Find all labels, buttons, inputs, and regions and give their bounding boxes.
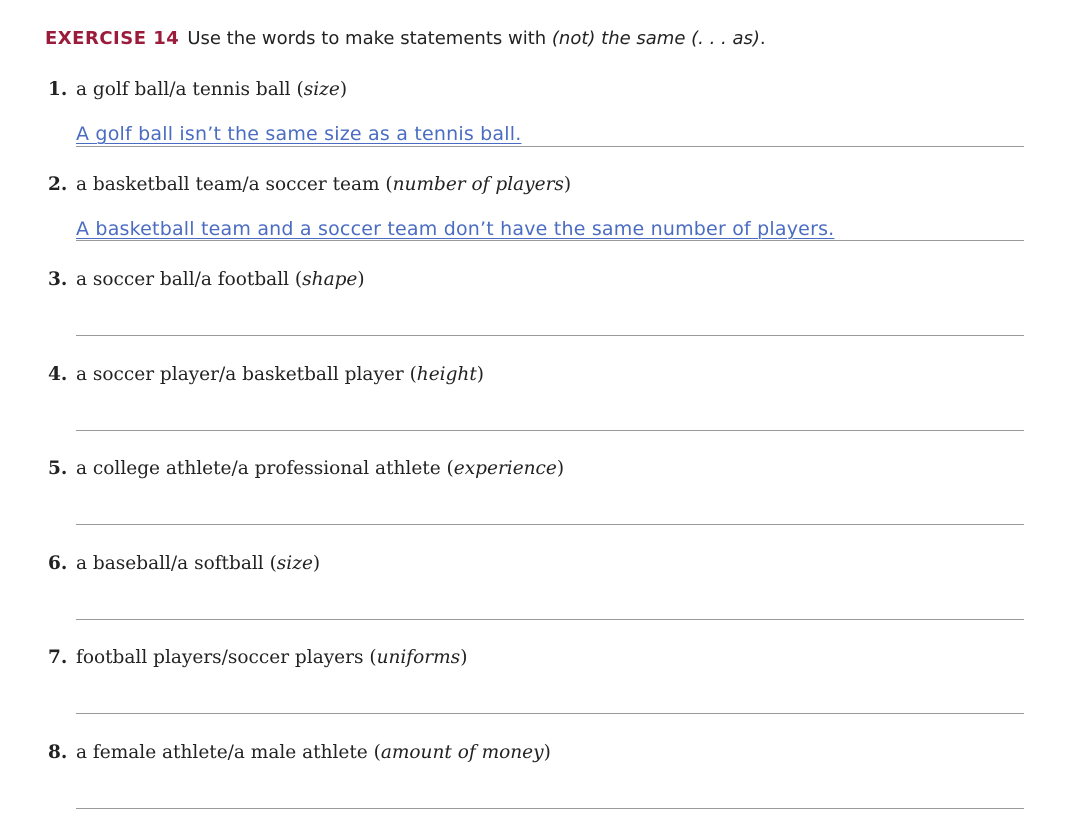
exercise-instruction-end: . [759, 28, 766, 49]
item-hint: size [276, 553, 313, 574]
exercise-item-8: 8. a female athlete/a male athlete (amoun… [48, 742, 551, 763]
item-number: 4. [48, 364, 68, 385]
answer-line-1[interactable] [76, 146, 1024, 147]
item-number: 8. [48, 742, 68, 763]
item-hint: shape [302, 269, 358, 290]
item-number: 5. [48, 458, 68, 479]
exercise-item-5: 5. a college athlete/a professional athle… [48, 458, 564, 479]
answer-text-1: A golf ball isn’t the same size as a ten… [76, 123, 522, 145]
item-number: 1. [48, 79, 68, 100]
exercise-item-7: 7. football players/soccer players (unifo… [48, 647, 467, 668]
exercise-item-2: 2. a basketball team/a soccer team (numbe… [48, 174, 571, 195]
item-number: 6. [48, 553, 68, 574]
item-prompt-close: ) [556, 458, 565, 479]
item-number: 7. [48, 647, 68, 668]
answer-line-5[interactable] [76, 524, 1024, 525]
item-prompt: a baseball/a softball ( [76, 553, 277, 574]
answer-line-8[interactable] [76, 808, 1024, 809]
item-prompt: a soccer ball/a football ( [76, 269, 303, 290]
item-number: 2. [48, 174, 68, 195]
item-prompt: a college athlete/a professional athlete… [76, 458, 454, 479]
answer-line-7[interactable] [76, 713, 1024, 714]
item-number: 3. [48, 269, 68, 290]
item-prompt: a basketball team/a soccer team ( [76, 174, 393, 195]
item-prompt-close: ) [357, 269, 365, 290]
exercise-item-3: 3. a soccer ball/a football (shape) [48, 269, 365, 290]
item-prompt-close: ) [563, 174, 572, 195]
item-prompt-close: ) [339, 79, 348, 100]
item-prompt: a soccer player/a basketball player ( [76, 364, 417, 385]
exercise-item-6: 6. a baseball/a softball (size) [48, 553, 320, 574]
exercise-instruction: Use the words to make statements with [187, 28, 552, 49]
item-hint: height [416, 364, 477, 385]
item-prompt: football players/soccer players ( [76, 647, 377, 668]
item-hint: size [303, 79, 340, 100]
exercise-label: EXERCISE 14 [45, 28, 180, 49]
item-hint: number of players [392, 174, 564, 195]
item-prompt-close: ) [460, 647, 468, 668]
item-prompt: a golf ball/a tennis ball ( [76, 79, 304, 100]
answer-text-2: A basketball team and a soccer team don’… [76, 218, 835, 240]
item-prompt-close: ) [476, 364, 484, 385]
item-prompt-close: ) [312, 553, 321, 574]
answer-line-4[interactable] [76, 430, 1024, 431]
item-hint: amount of money [380, 742, 544, 763]
answer-line-3[interactable] [76, 335, 1024, 336]
item-prompt-close: ) [543, 742, 551, 763]
exercise-header: EXERCISE 14 Use the words to make stateme… [45, 28, 766, 49]
answer-line-6[interactable] [76, 619, 1024, 620]
answer-line-2[interactable] [76, 240, 1024, 241]
exercise-instruction-italic: (not) the same (. . . as) [551, 28, 760, 49]
item-prompt: a female athlete/a male athlete ( [76, 742, 381, 763]
exercise-item-4: 4. a soccer player/a basketball player (h… [48, 364, 484, 385]
exercise-item-1: 1. a golf ball/a tennis ball (size) [48, 79, 347, 100]
item-hint: experience [453, 458, 557, 479]
item-hint: uniforms [376, 647, 461, 668]
